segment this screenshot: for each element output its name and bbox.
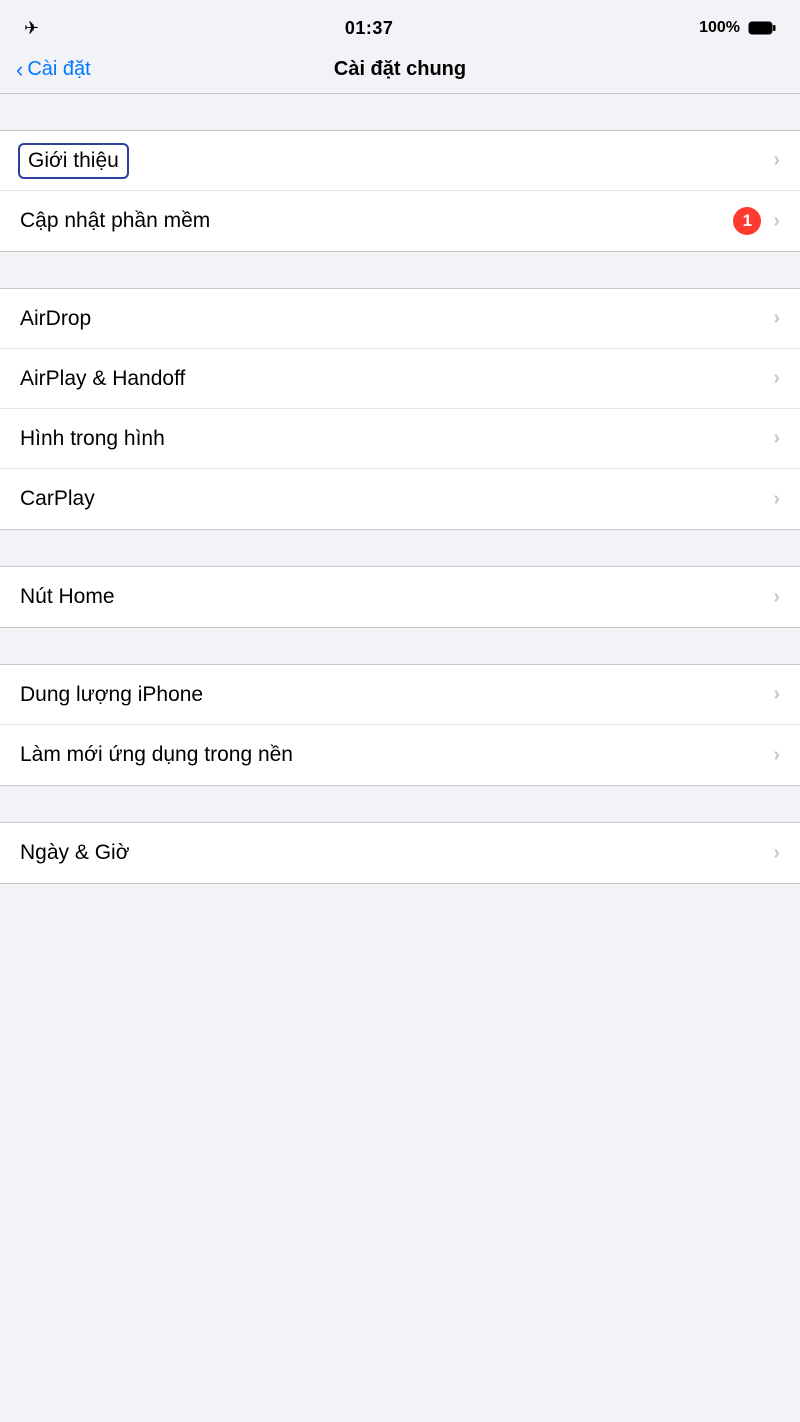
- chevron-icon: ›: [773, 210, 780, 233]
- chevron-icon: ›: [773, 427, 780, 450]
- spacer-4: [0, 628, 800, 664]
- chevron-icon: ›: [773, 149, 780, 172]
- list-item-cap-nhat-phan-mem[interactable]: Cập nhật phần mềm 1 ›: [0, 191, 800, 251]
- item-label-airplay-handoff: AirPlay & Handoff: [20, 367, 185, 391]
- chevron-icon: ›: [773, 683, 780, 706]
- list-item-airplay-handoff[interactable]: AirPlay & Handoff ›: [0, 349, 800, 409]
- item-label-airdrop: AirDrop: [20, 307, 91, 331]
- chevron-icon: ›: [773, 744, 780, 767]
- chevron-icon: ›: [773, 367, 780, 390]
- battery-percentage: 100%: [699, 19, 740, 37]
- list-item-lam-moi-ung-dung[interactable]: Làm mới ứng dụng trong nền ›: [0, 725, 800, 785]
- update-badge: 1: [733, 207, 761, 235]
- section-about: Giới thiệu › Cập nhật phần mềm 1 ›: [0, 130, 800, 252]
- item-label-nut-home: Nút Home: [20, 585, 115, 609]
- back-chevron-icon: ‹: [16, 57, 23, 83]
- nav-bar: ‹ Cài đặt Cài đặt chung: [0, 50, 800, 94]
- status-right: 100%: [699, 19, 776, 37]
- spacer-3: [0, 530, 800, 566]
- status-time: 01:37: [345, 18, 394, 39]
- battery-icon: [748, 21, 776, 35]
- spacer-5: [0, 786, 800, 822]
- chevron-icon: ›: [773, 488, 780, 511]
- list-item-carplay[interactable]: CarPlay ›: [0, 469, 800, 529]
- item-label-gioi-thieu: Giới thiệu: [20, 145, 127, 177]
- back-button[interactable]: ‹ Cài đặt: [16, 57, 91, 83]
- list-item-gioi-thieu[interactable]: Giới thiệu ›: [0, 131, 800, 191]
- spacer-1: [0, 94, 800, 130]
- airplane-mode-icon: ✈: [24, 18, 39, 39]
- item-label-hinh-trong-hinh: Hình trong hình: [20, 427, 165, 451]
- item-label-carplay: CarPlay: [20, 487, 95, 511]
- item-label-cap-nhat-phan-mem: Cập nhật phần mềm: [20, 209, 210, 233]
- status-bar: ✈ 01:37 100%: [0, 0, 800, 50]
- chevron-icon: ›: [773, 586, 780, 609]
- section-datetime: Ngày & Giờ ›: [0, 822, 800, 884]
- list-item-ngay-gio[interactable]: Ngày & Giờ ›: [0, 823, 800, 883]
- spacer-2: [0, 252, 800, 288]
- chevron-icon: ›: [773, 842, 780, 865]
- chevron-icon: ›: [773, 307, 780, 330]
- list-item-nut-home[interactable]: Nút Home ›: [0, 567, 800, 627]
- list-item-dung-luong-iphone[interactable]: Dung lượng iPhone ›: [0, 665, 800, 725]
- item-label-dung-luong-iphone: Dung lượng iPhone: [20, 683, 203, 707]
- section-storage: Dung lượng iPhone › Làm mới ứng dụng tro…: [0, 664, 800, 786]
- list-item-hinh-trong-hinh[interactable]: Hình trong hình ›: [0, 409, 800, 469]
- item-label-lam-moi-ung-dung: Làm mới ứng dụng trong nền: [20, 743, 293, 767]
- back-label: Cài đặt: [27, 58, 90, 81]
- spacer-bottom: [0, 884, 800, 920]
- section-home-button: Nút Home ›: [0, 566, 800, 628]
- page-title: Cài đặt chung: [334, 58, 466, 81]
- list-item-airdrop[interactable]: AirDrop ›: [0, 289, 800, 349]
- section-connectivity: AirDrop › AirPlay & Handoff › Hình trong…: [0, 288, 800, 530]
- item-label-ngay-gio: Ngày & Giờ: [20, 841, 129, 865]
